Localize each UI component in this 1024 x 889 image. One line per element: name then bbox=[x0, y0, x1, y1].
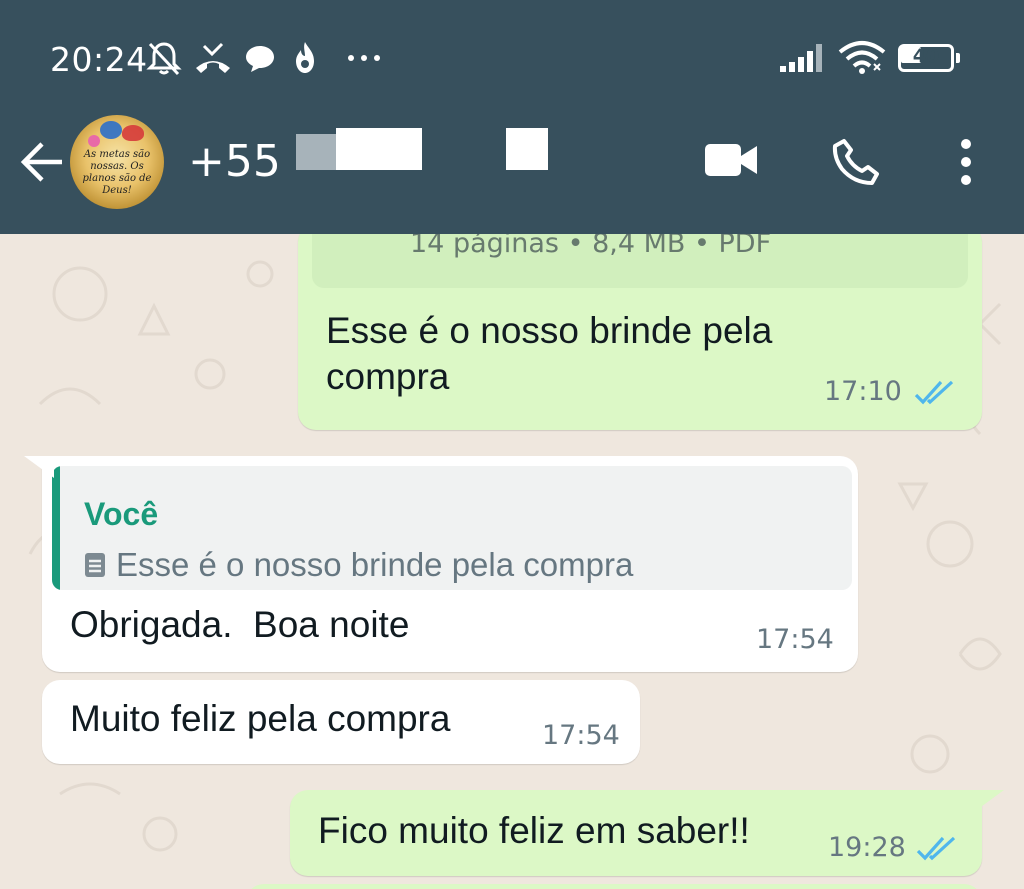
contact-name[interactable]: +55 bbox=[188, 136, 281, 187]
phone-icon[interactable] bbox=[832, 138, 880, 186]
missed-call-icon bbox=[196, 42, 230, 73]
message-text: compra bbox=[326, 356, 450, 397]
quote-author: Você bbox=[84, 496, 159, 532]
more-vert-icon[interactable] bbox=[956, 138, 976, 186]
wifi-icon bbox=[838, 41, 886, 74]
redaction-block bbox=[506, 128, 548, 170]
chat-bubble-icon bbox=[246, 46, 274, 72]
document-meta: 14 páginas • 8,4 MB • PDF bbox=[410, 234, 772, 259]
redaction-block bbox=[336, 128, 422, 170]
status-time: 20:24 bbox=[50, 40, 148, 79]
outgoing-message[interactable]: Fico muito feliz em saber!! 19:28 bbox=[290, 790, 982, 876]
avatar[interactable]: As metas são nossas. Os planos são de De… bbox=[70, 115, 164, 209]
message-time: 17:54 bbox=[542, 720, 620, 751]
message-text: Muito feliz pela compra bbox=[70, 698, 451, 739]
app-bar: As metas são nossas. Os planos são de De… bbox=[0, 110, 1024, 234]
document-attachment[interactable]: 14 páginas • 8,4 MB • PDF bbox=[312, 234, 968, 288]
message-time: 17:10 bbox=[824, 376, 902, 407]
chat-header: 20:24 40 As metas são nossas. Os planos … bbox=[0, 0, 1024, 234]
status-bar: 20:24 40 bbox=[0, 0, 1024, 110]
message-time: 17:54 bbox=[756, 624, 834, 655]
incoming-message[interactable]: Você Esse é o nosso brinde pela compra O… bbox=[42, 456, 858, 672]
signal-icon bbox=[780, 44, 822, 72]
bubble-tail bbox=[24, 456, 54, 478]
quote-text: Esse é o nosso brinde pela compra bbox=[116, 546, 634, 583]
redaction-block bbox=[296, 134, 336, 170]
flame-icon bbox=[296, 42, 314, 73]
video-call-icon[interactable] bbox=[703, 140, 759, 180]
quoted-message[interactable]: Você Esse é o nosso brinde pela compra bbox=[52, 466, 852, 590]
message-text: Obrigada. Boa noite bbox=[70, 604, 410, 645]
quote-accent-bar bbox=[52, 466, 60, 590]
battery-icon: 40 bbox=[898, 44, 960, 72]
message-text: Fico muito feliz em saber!! bbox=[318, 810, 750, 851]
back-arrow-icon[interactable] bbox=[18, 138, 66, 186]
chat-area[interactable]: 14 páginas • 8,4 MB • PDF Esse é o nosso… bbox=[0, 234, 1024, 889]
avatar-caption: As metas são nossas. Os planos são de De… bbox=[82, 149, 152, 196]
incoming-message[interactable]: Muito feliz pela compra 17:54 bbox=[42, 680, 640, 764]
outgoing-message[interactable]: 14 páginas • 8,4 MB • PDF Esse é o nosso… bbox=[298, 234, 982, 430]
bubble-tail bbox=[974, 790, 1004, 812]
read-receipt-icon bbox=[914, 380, 954, 405]
outgoing-message-partial[interactable] bbox=[246, 884, 982, 889]
message-time: 19:28 bbox=[828, 832, 906, 863]
muted-bell-icon bbox=[146, 42, 182, 76]
more-dots-icon bbox=[348, 55, 380, 61]
battery-level: 40 bbox=[912, 45, 940, 67]
document-icon bbox=[85, 553, 105, 577]
read-receipt-icon bbox=[916, 836, 956, 861]
message-text: Esse é o nosso brinde pela bbox=[326, 310, 773, 351]
